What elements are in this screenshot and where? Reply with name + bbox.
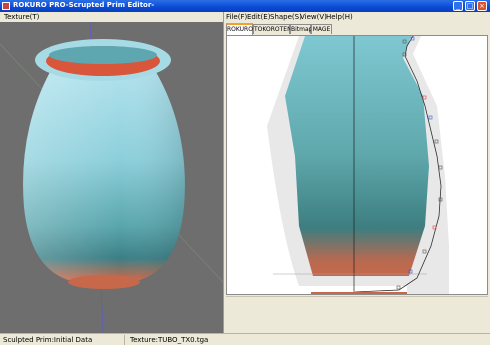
tab-tokoroten[interactable]: TOKOROTEN <box>253 24 292 34</box>
profile-editor-svg <box>267 36 449 294</box>
menu-view[interactable]: View(V) <box>300 13 327 21</box>
maximize-icon: □ <box>466 2 474 10</box>
pane-splitter[interactable] <box>223 12 224 333</box>
left-menu-bar: Texture(T) <box>0 12 223 22</box>
menu-shape[interactable]: Shape(S) <box>270 13 302 21</box>
title-bar: ROKURO PRO-Scrupted Prim Editor- _ □ × <box>0 0 490 12</box>
properties-panel <box>226 296 488 334</box>
close-button[interactable]: × <box>477 1 487 11</box>
3d-viewport[interactable] <box>0 22 223 333</box>
editor-tabs: ROKURO TOKOROTEN Bitmap MAGE <box>224 23 490 35</box>
status-texture: Texture:TUBO_TX0.tga <box>130 336 209 344</box>
minimize-icon: _ <box>456 2 460 10</box>
close-icon: × <box>479 2 485 10</box>
tab-mage[interactable]: MAGE <box>311 24 332 34</box>
status-sculpted-prim: Sculpted Prim:Initial Data <box>3 336 93 344</box>
tab-rokuro[interactable]: ROKURO <box>226 23 253 35</box>
menu-edit[interactable]: Edit(E) <box>247 13 270 21</box>
profile-editor-canvas[interactable] <box>226 35 488 295</box>
app-icon[interactable] <box>2 2 10 10</box>
menu-file[interactable]: File(F) <box>226 13 247 21</box>
menu-help[interactable]: Help(H) <box>326 13 353 21</box>
window-title: ROKURO PRO-Scrupted Prim Editor- <box>13 1 155 9</box>
menu-texture[interactable]: Texture(T) <box>4 13 39 21</box>
vase-render <box>0 22 223 333</box>
right-menu-bar: File(F) Edit(E) Shape(S) View(V) Help(H) <box>224 12 490 22</box>
status-bar: Sculpted Prim:Initial Data Texture:TUBO_… <box>0 333 490 345</box>
tab-bitmap[interactable]: Bitmap <box>290 24 312 34</box>
minimize-button[interactable]: _ <box>453 1 463 11</box>
status-divider <box>124 335 125 345</box>
maximize-button[interactable]: □ <box>465 1 475 11</box>
